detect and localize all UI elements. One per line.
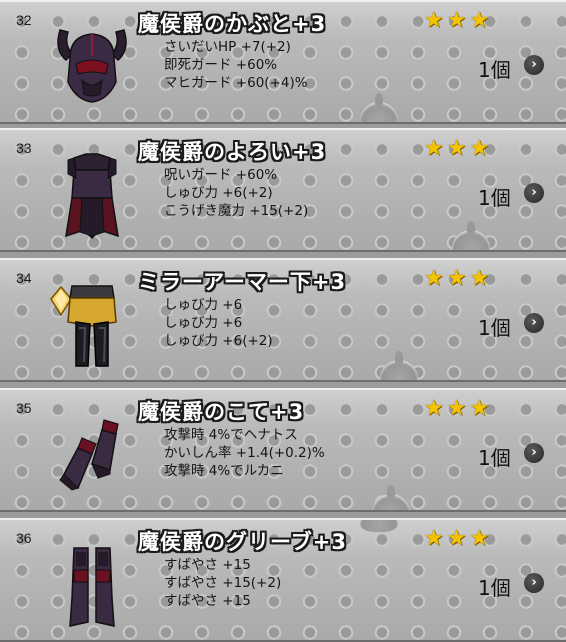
item-stats: さいだいHP +7(+2) 即死ガード +60% マヒガード +60(+4)% xyxy=(164,38,308,92)
stat-line: しゅび力 +6 xyxy=(164,297,243,313)
item-number: 34 xyxy=(16,270,32,286)
item-name: 魔侯爵のこて+3 xyxy=(138,400,305,424)
star-icon: ★ xyxy=(469,526,490,551)
rarity-stars: ★ ★ ★ xyxy=(424,138,489,160)
rarity-stars: ★ ★ ★ xyxy=(424,268,489,290)
equipment-row-36[interactable]: 36 魔侯爵のグリーブ+3 ★ ★ ★ すばやさ +15 すばやさ +15(+2… xyxy=(0,518,566,642)
star-icon: ★ xyxy=(424,526,444,551)
item-count: 1個 xyxy=(478,576,511,600)
star-icon: ★ xyxy=(424,266,444,291)
stat-line: 攻撃時 4%でルカニ xyxy=(164,463,284,479)
item-count: 1個 xyxy=(478,446,511,470)
item-stats: 呪いガード +60% しゅび力 +6(+2) こうげき魔力 +15(+2) xyxy=(164,166,308,220)
stat-line: 呪いガード +60% xyxy=(164,167,278,183)
item-number: 35 xyxy=(16,400,32,416)
equipment-list: 32 魔侯爵のかぶと+3 ★ ★ ★ さいだいHP +7(+2) 即死ガード +… xyxy=(0,0,566,642)
dark-greaves-icon xyxy=(69,547,115,627)
star-icon: ★ xyxy=(446,8,467,33)
stat-line: すばやさ +15 xyxy=(164,557,251,573)
mirror-leg-armor-icon xyxy=(67,285,117,367)
item-name: ミラーアーマー下+3 xyxy=(138,270,347,294)
slime-emblem xyxy=(360,520,398,532)
equipment-row-32[interactable]: 32 魔侯爵のかぶと+3 ★ ★ ★ さいだいHP +7(+2) 即死ガード +… xyxy=(0,0,566,124)
equipment-row-35[interactable]: 35 魔侯爵のこて+3 ★ ★ ★ 攻撃時 4%でヘナトス かいしん率 +1.4… xyxy=(0,388,566,512)
chevron-right-icon[interactable]: › xyxy=(524,443,544,463)
stat-line: こうげき魔力 +15(+2) xyxy=(164,203,309,219)
stat-line: しゅび力 +6(+2) xyxy=(164,185,273,201)
stat-line: しゅび力 +6(+2) xyxy=(164,333,273,349)
item-number: 32 xyxy=(16,12,32,28)
slime-emblem xyxy=(372,485,410,510)
item-count: 1個 xyxy=(478,186,511,210)
slime-emblem xyxy=(452,221,490,250)
chevron-right-icon[interactable]: › xyxy=(524,573,544,593)
item-number: 33 xyxy=(16,140,32,156)
stat-line: しゅび力 +6 xyxy=(164,315,243,331)
star-icon: ★ xyxy=(424,8,444,33)
item-name: 魔侯爵のよろい+3 xyxy=(138,140,327,164)
dark-armor-icon xyxy=(65,153,119,240)
chevron-right-icon[interactable]: › xyxy=(524,183,544,203)
item-count: 1個 xyxy=(478,58,511,82)
item-stats: しゅび力 +6 しゅび力 +6 しゅび力 +6(+2) xyxy=(164,296,273,350)
star-icon: ★ xyxy=(446,526,467,551)
rarity-stars: ★ ★ ★ xyxy=(424,398,489,420)
item-name: 魔侯爵のグリーブ+3 xyxy=(138,530,347,554)
slime-emblem xyxy=(360,93,398,122)
stat-line: 即死ガード +60% xyxy=(164,57,278,73)
stat-line: 攻撃時 4%でヘナトス xyxy=(164,427,298,443)
star-icon: ★ xyxy=(469,266,490,291)
item-name: 魔侯爵のかぶと+3 xyxy=(138,12,327,36)
item-stats: 攻撃時 4%でヘナトス かいしん率 +1.4(+0.2)% 攻撃時 4%でルカニ xyxy=(164,426,325,480)
stat-line: すばやさ +15 xyxy=(164,593,251,609)
star-icon: ★ xyxy=(424,136,444,161)
stat-line: さいだいHP +7(+2) xyxy=(164,39,291,55)
dark-helmet-icon xyxy=(57,29,127,103)
stat-line: すばやさ +15(+2) xyxy=(164,575,282,591)
slime-emblem xyxy=(380,351,418,380)
chevron-right-icon[interactable]: › xyxy=(524,313,544,333)
equipment-row-34[interactable]: 34 ミラーアーマー下+3 ★ ★ ★ しゅび力 +6 しゅび力 +6 しゅび力… xyxy=(0,258,566,382)
star-icon: ★ xyxy=(446,136,467,161)
item-stats: すばやさ +15 すばやさ +15(+2) すばやさ +15 xyxy=(164,556,281,610)
star-icon: ★ xyxy=(446,396,467,421)
item-count: 1個 xyxy=(478,316,511,340)
star-icon: ★ xyxy=(469,396,490,421)
star-icon: ★ xyxy=(469,136,490,161)
rarity-stars: ★ ★ ★ xyxy=(424,10,489,32)
chevron-right-icon[interactable]: › xyxy=(524,55,544,75)
stat-line: マヒガード +60(+4)% xyxy=(164,75,308,91)
item-number: 36 xyxy=(16,530,32,546)
star-icon: ★ xyxy=(424,396,444,421)
dark-gauntlet-icon xyxy=(59,419,119,491)
stat-line: かいしん率 +1.4(+0.2)% xyxy=(164,445,325,461)
rarity-stars: ★ ★ ★ xyxy=(424,528,489,550)
equipment-row-33[interactable]: 33 魔侯爵のよろい+3 ★ ★ ★ 呪いガード +60% しゅび力 +6(+2… xyxy=(0,128,566,252)
star-icon: ★ xyxy=(469,8,490,33)
star-icon: ★ xyxy=(446,266,467,291)
